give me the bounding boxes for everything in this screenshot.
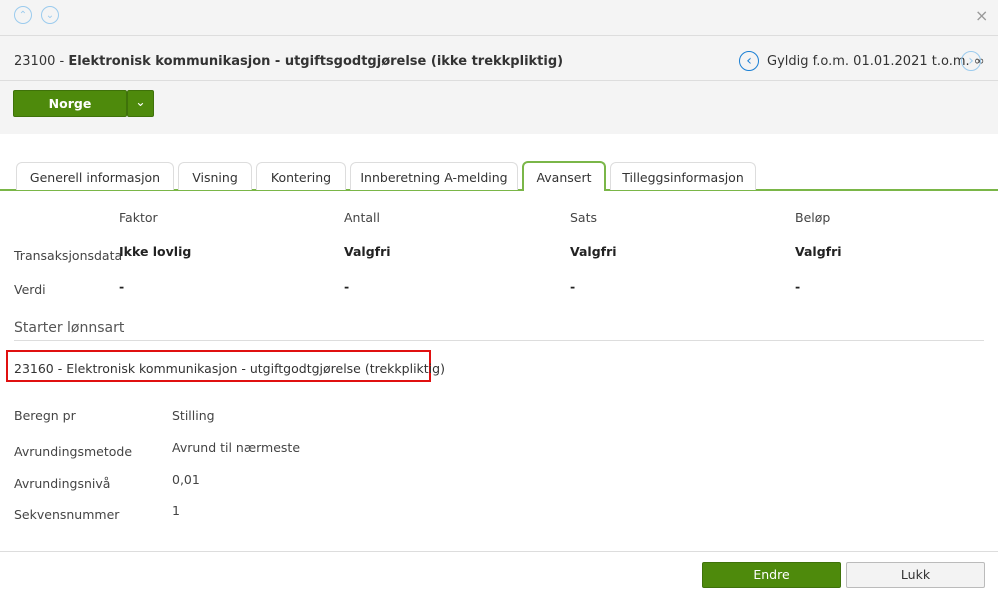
edit-button[interactable]: Endre: [702, 562, 841, 588]
cell-value: -: [570, 279, 576, 294]
divider: [14, 340, 984, 341]
column-belop: Beløp: [795, 210, 831, 225]
prop-value: Stilling: [172, 408, 215, 423]
tab-generell-informasjon[interactable]: Generell informasjon: [16, 162, 174, 190]
previous-period-icon[interactable]: ‹: [739, 51, 759, 71]
tab-kontering[interactable]: Kontering: [256, 162, 346, 190]
tab-tilleggsinformasjon[interactable]: Tilleggsinformasjon: [610, 162, 756, 190]
starter-item-link[interactable]: 23160 - Elektronisk kommunikasjon - utgi…: [14, 361, 445, 376]
column-sats: Sats: [570, 210, 598, 225]
cell-value: -: [344, 279, 350, 294]
page-title: 23100 - Elektronisk kommunikasjon - utgi…: [14, 54, 563, 69]
country-button[interactable]: Norge: [13, 90, 127, 117]
country-dropdown-caret-icon[interactable]: ⌄: [127, 90, 154, 117]
tab-avansert[interactable]: Avansert: [522, 161, 606, 191]
close-icon[interactable]: ×: [975, 6, 988, 25]
row-label: Verdi: [14, 282, 46, 297]
title-separator: -: [55, 54, 69, 69]
column-faktor: Faktor: [119, 210, 158, 225]
prop-label: Avrundingsnivå: [14, 476, 111, 491]
cell-value: Ikke lovlig: [119, 244, 192, 259]
prop-value: 0,01: [172, 472, 200, 487]
cell-value: -: [119, 279, 125, 294]
previous-record-icon[interactable]: ⌃: [14, 6, 32, 24]
cell-value: Valgfri: [570, 244, 617, 259]
validity-text: Gyldig f.o.m. 01.01.2021 t.o.m. ∞: [767, 54, 985, 69]
title-code: 23100: [14, 54, 56, 69]
cell-value: Valgfri: [344, 244, 391, 259]
tab-visning[interactable]: Visning: [178, 162, 252, 190]
next-record-icon[interactable]: ⌄: [41, 6, 59, 24]
close-button[interactable]: Lukk: [846, 562, 985, 588]
cell-value: Valgfri: [795, 244, 842, 259]
prop-label: Beregn pr: [14, 408, 76, 423]
tab-innberetning-a-melding[interactable]: Innberetning A-melding: [350, 162, 518, 190]
cell-value: -: [795, 279, 801, 294]
prop-label: Avrundingsmetode: [14, 444, 133, 459]
prop-value: Avrund til nærmeste: [172, 440, 301, 455]
row-label: Transaksjonsdata: [14, 248, 123, 263]
prop-value: 1: [172, 503, 180, 518]
starter-heading: Starter lønnsart: [14, 320, 125, 336]
column-antall: Antall: [344, 210, 380, 225]
next-period-icon[interactable]: ›: [961, 51, 981, 71]
prop-label: Sekvensnummer: [14, 507, 120, 522]
title-text: Elektronisk kommunikasjon - utgiftsgodtg…: [68, 54, 564, 69]
